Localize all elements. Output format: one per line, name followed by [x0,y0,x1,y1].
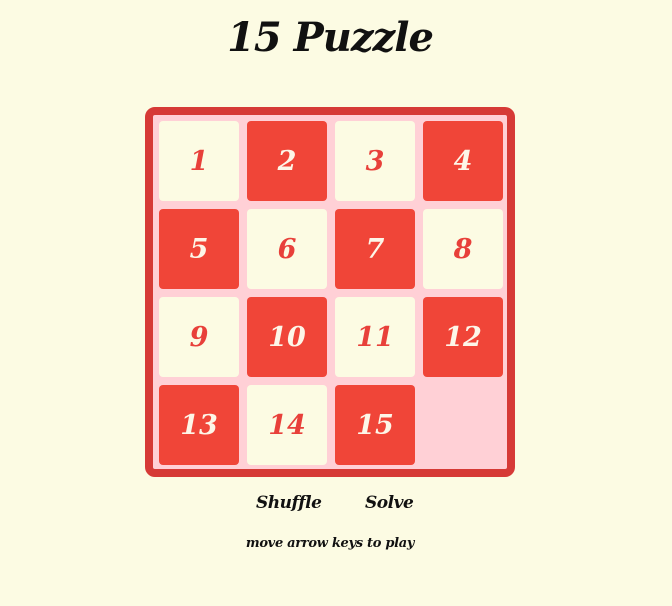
tile-8[interactable]: 8 [423,209,503,289]
shuffle-button[interactable]: Shuffle [256,493,322,513]
tile-4[interactable]: 4 [423,121,503,201]
solve-button[interactable]: Solve [365,493,414,513]
empty-slot [423,385,503,465]
tile-15[interactable]: 15 [335,385,415,465]
tile-14[interactable]: 14 [247,385,327,465]
tile-2[interactable]: 2 [247,121,327,201]
instructions-text: move arrow keys to play [245,536,415,551]
tile-3[interactable]: 3 [335,121,415,201]
tile-12[interactable]: 12 [423,297,503,377]
tile-9[interactable]: 9 [159,297,239,377]
game-controls: Shuffle Solve [0,493,672,519]
tile-5[interactable]: 5 [159,209,239,289]
tile-6[interactable]: 6 [247,209,327,289]
tile-13[interactable]: 13 [159,385,239,465]
tile-1[interactable]: 1 [159,121,239,201]
tile-7[interactable]: 7 [335,209,415,289]
puzzle-board: 1 2 3 4 5 6 7 8 9 10 11 12 13 14 15 [145,107,515,477]
tile-11[interactable]: 11 [335,297,415,377]
tile-10[interactable]: 10 [247,297,327,377]
game-title: 15 Puzzle [227,14,434,61]
